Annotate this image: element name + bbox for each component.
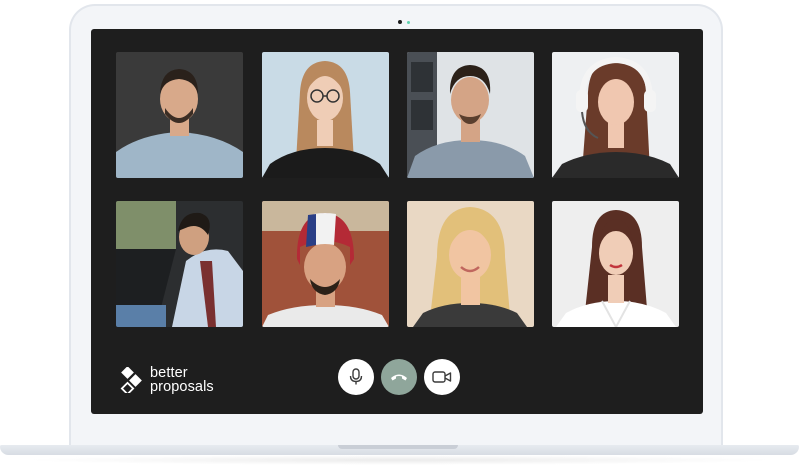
- participant-tile-5[interactable]: [116, 201, 243, 327]
- brand-logo: better proposals: [120, 366, 214, 394]
- participant-tile-1[interactable]: [116, 52, 243, 178]
- microphone-icon: [349, 368, 363, 385]
- video-camera-icon: [432, 371, 452, 383]
- participant-video-4: [552, 52, 679, 178]
- participant-tile-7[interactable]: [407, 201, 534, 327]
- participant-video-1: [116, 52, 243, 178]
- participant-video-6: [262, 201, 389, 327]
- end-call-button[interactable]: [381, 359, 417, 395]
- better-proposals-logo-icon: [120, 367, 142, 393]
- participant-video-2: [262, 52, 389, 178]
- laptop-base-notch: [338, 445, 458, 449]
- participant-tile-6[interactable]: [262, 201, 389, 327]
- participant-tile-3[interactable]: [407, 52, 534, 178]
- participant-video-3: [407, 52, 534, 178]
- participant-video-5: [116, 201, 243, 327]
- brand-name-line-1: better: [150, 365, 188, 381]
- participant-video-7: [407, 201, 534, 327]
- participant-tile-8[interactable]: [552, 201, 679, 327]
- brand-name-line-2: proposals: [150, 379, 214, 395]
- webcam-icon: [398, 20, 402, 24]
- laptop-shadow: [20, 455, 780, 465]
- toggle-video-button[interactable]: [424, 359, 460, 395]
- participant-tile-2[interactable]: [262, 52, 389, 178]
- participant-tile-4[interactable]: [552, 52, 679, 178]
- participant-video-8: [552, 201, 679, 327]
- mute-button[interactable]: [338, 359, 374, 395]
- call-controls: [338, 359, 460, 395]
- phone-hangup-icon: [391, 374, 407, 381]
- brand-name: better proposals: [150, 365, 214, 395]
- webcam-led-icon: [407, 20, 410, 24]
